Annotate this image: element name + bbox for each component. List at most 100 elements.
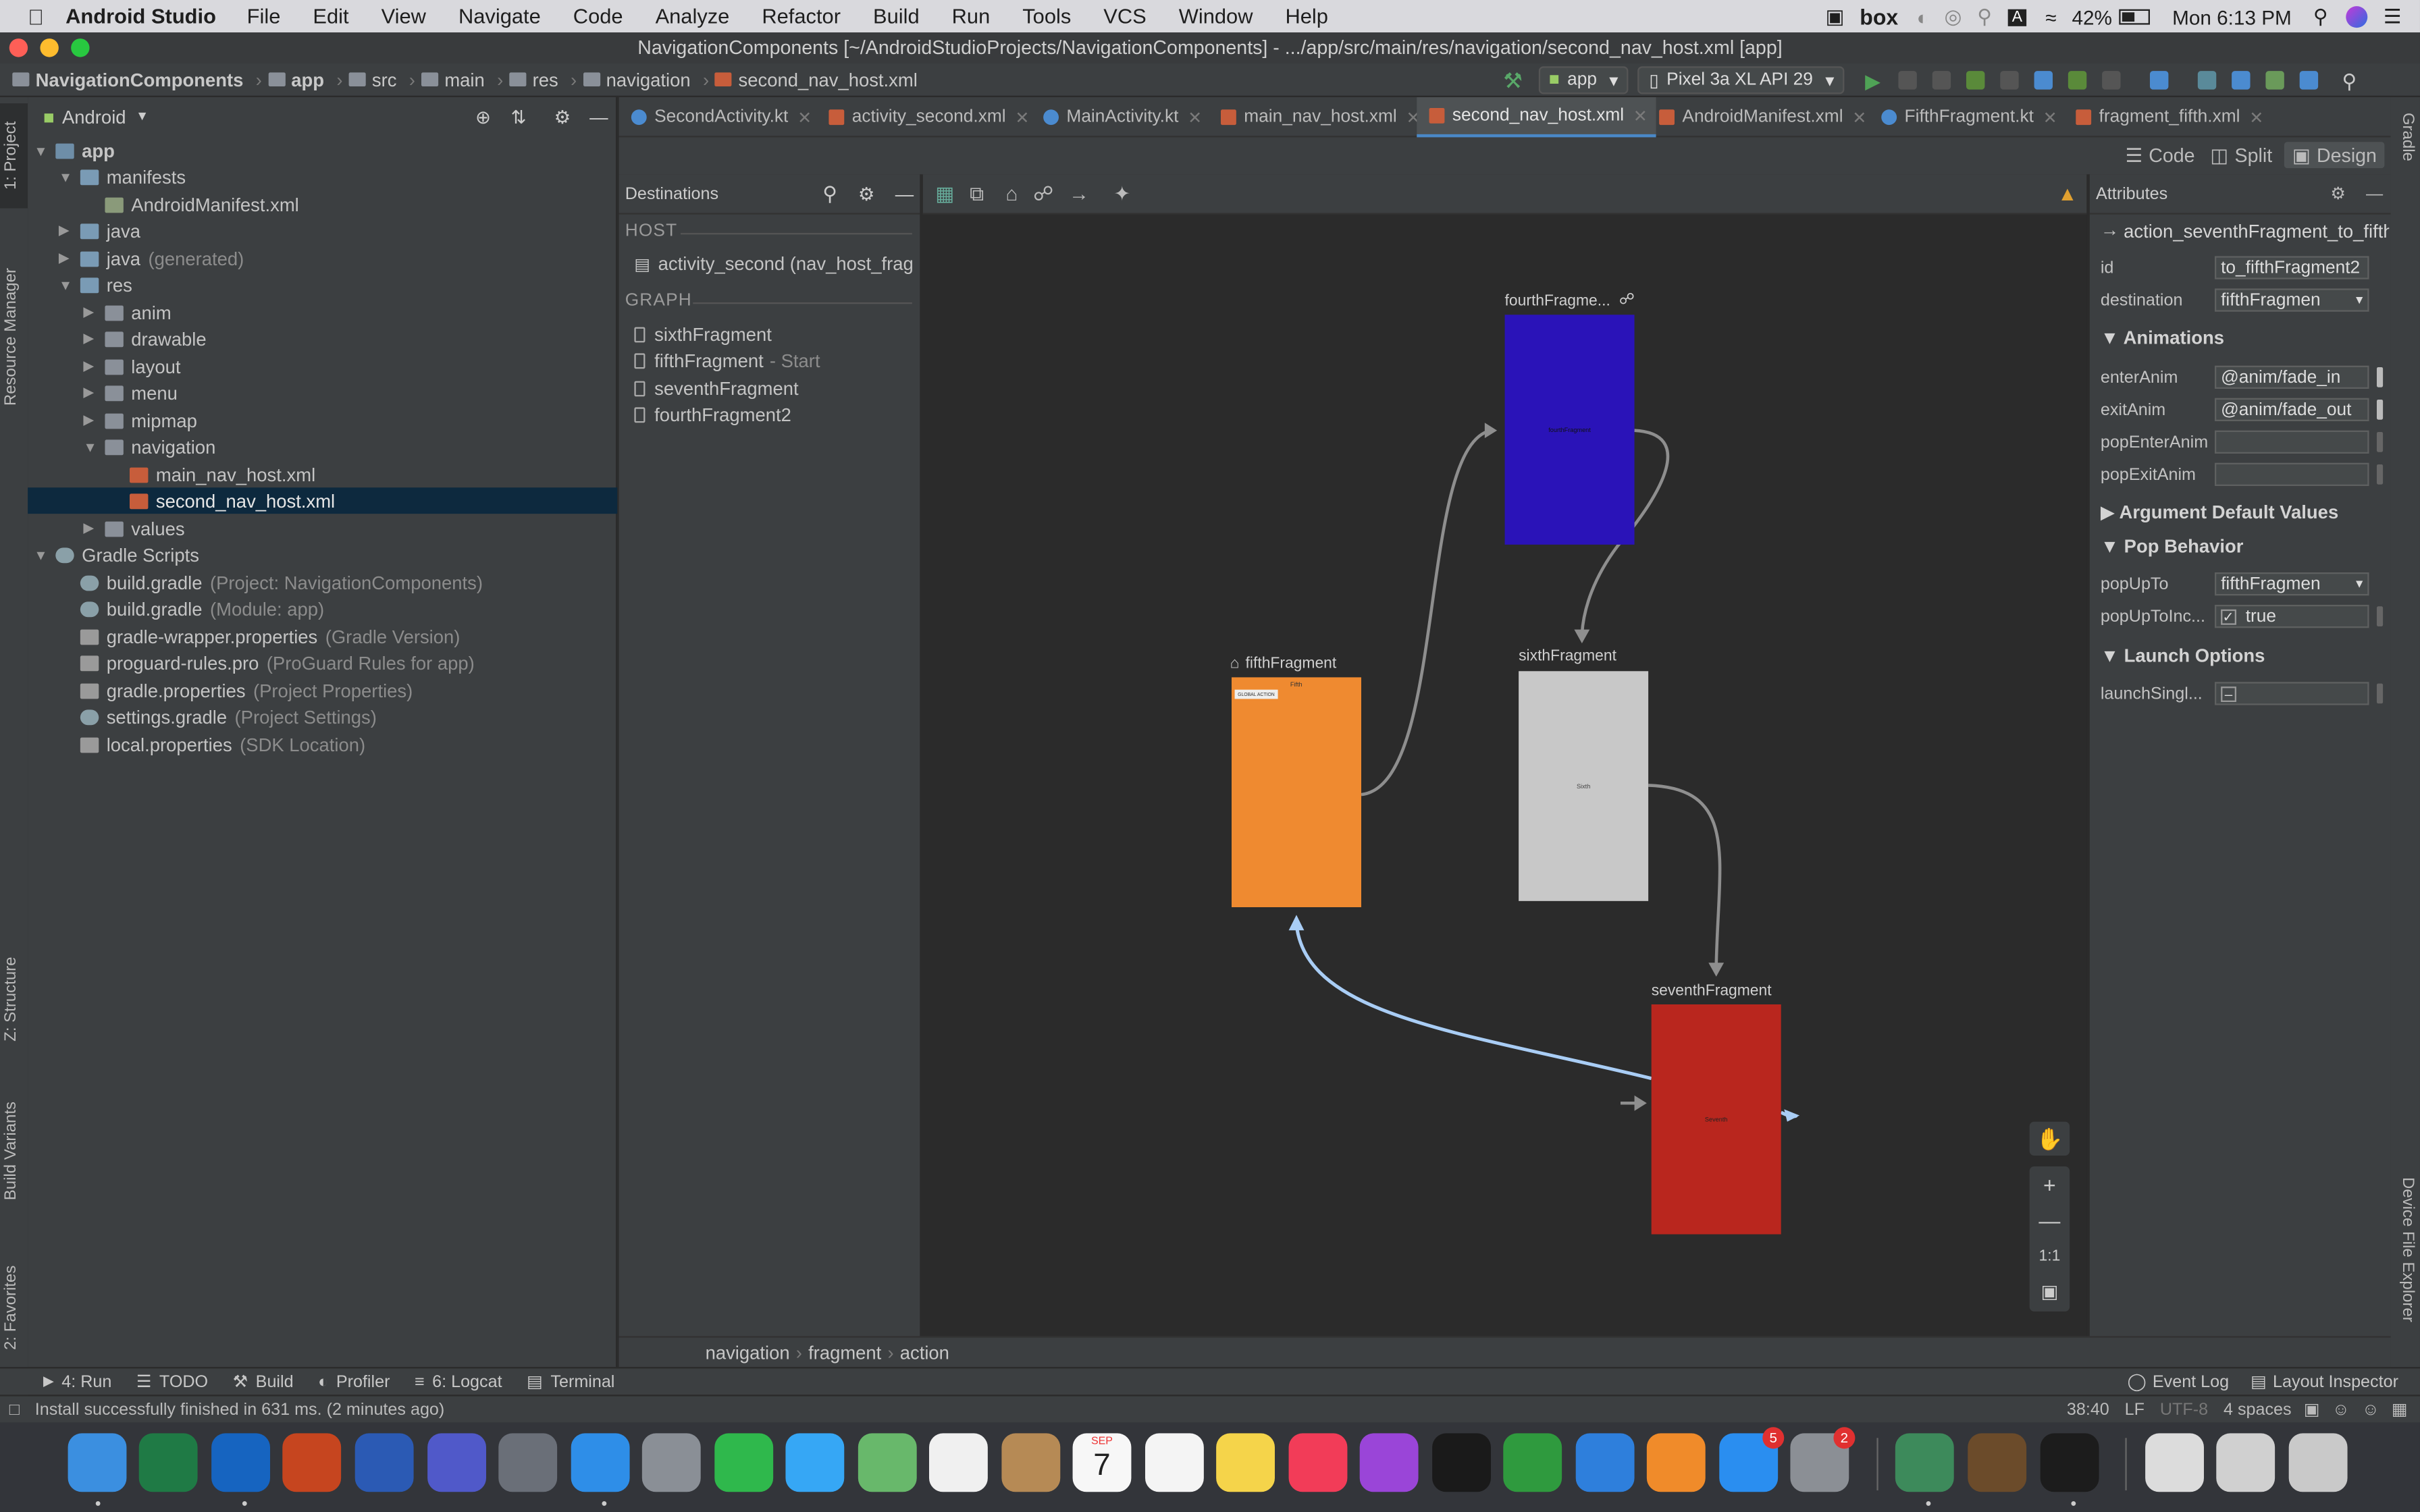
destination-seventh-fragment[interactable]: seventhFragment	[634, 378, 799, 400]
pop-enter-anim-field[interactable]	[2214, 430, 2369, 454]
pan-hand-icon[interactable]: ✋	[2029, 1121, 2070, 1156]
breadcrumb-app[interactable]: app	[267, 69, 324, 90]
resource-picker-button[interactable]	[2376, 606, 2384, 626]
teams-icon[interactable]	[427, 1433, 486, 1492]
tree-node-second-nav-host[interactable]: second_nav_host.xml	[129, 487, 335, 514]
checkbox-checked-icon[interactable]: ✓	[2221, 608, 2236, 624]
design-mode-button[interactable]: ▣ Design	[2284, 142, 2385, 169]
locate-icon[interactable]: ⊕	[475, 106, 491, 128]
tab-fifth-fragment-kt[interactable]: FifthFragment.kt ✕	[1881, 97, 2057, 137]
music-icon[interactable]	[1288, 1433, 1348, 1492]
id-field[interactable]: to_fifthFragment2	[2214, 256, 2369, 279]
line-separator[interactable]: LF	[2125, 1400, 2145, 1418]
tab-second-activity-kt[interactable]: SecondActivity.kt ✕	[631, 97, 812, 137]
collapse-all-icon[interactable]: ⇅	[511, 106, 527, 128]
ventura-face-icon[interactable]	[2145, 1433, 2204, 1492]
sdk-manager-icon[interactable]	[2300, 71, 2319, 90]
menu-tools[interactable]: Tools	[1022, 5, 1071, 28]
logcat-tool-button[interactable]: ≡ 6: Logcat	[415, 1372, 502, 1390]
resource-picker-button[interactable]	[2376, 399, 2384, 420]
animations-section-header[interactable]: ▼ Animations	[2101, 327, 2224, 349]
close-tab-icon[interactable]: ✕	[1015, 107, 1029, 127]
crumb-action[interactable]: action	[900, 1341, 949, 1363]
tree-node-gradle-wrapper[interactable]: gradle-wrapper.properties (Gradle Version…	[80, 623, 461, 649]
facetime-icon[interactable]	[714, 1433, 774, 1492]
system-preferences-icon[interactable]: 2	[1790, 1427, 1856, 1492]
toggle-tool-windows-icon[interactable]: □	[9, 1400, 20, 1418]
pop-up-to-dropdown[interactable]: fifthFragmen ▾	[2214, 572, 2369, 596]
checkbox-indeterminate-icon[interactable]: –	[2221, 685, 2236, 701]
collapse-panel-icon[interactable]: —	[895, 183, 914, 205]
menu-file[interactable]: File	[247, 5, 281, 28]
wifi-icon[interactable]: ≈	[2045, 5, 2056, 28]
tree-node-gradle-properties[interactable]: gradle.properties (Project Properties)	[80, 677, 413, 703]
tab-main-activity-kt[interactable]: MainActivity.kt ✕	[1043, 97, 1202, 137]
device-file-explorer-tab[interactable]: Device File Explorer	[2398, 1177, 2417, 1322]
destination-fifth-fragment[interactable]: fifthFragment - Start	[634, 350, 820, 372]
podcasts-icon[interactable]	[1359, 1433, 1419, 1492]
fourth-fragment-node[interactable]: fourthFragment	[1504, 315, 1635, 545]
sync-gradle-icon[interactable]	[2232, 71, 2251, 90]
gear-icon[interactable]: ⚙	[858, 183, 875, 205]
navigation-graph-canvas[interactable]: fourthFragme... ☍ fourthFragment ⌂ fifth…	[922, 214, 2087, 1368]
notes-icon[interactable]	[1216, 1433, 1275, 1492]
breadcrumb-res[interactable]: res	[509, 69, 558, 90]
profiler-tool-button[interactable]: ◐ Profiler	[318, 1372, 390, 1390]
tree-node-main-nav-host[interactable]: main_nav_host.xml	[129, 461, 315, 487]
gear-icon[interactable]: ⚙	[554, 106, 571, 128]
avd-manager-icon[interactable]	[2266, 71, 2285, 90]
archive-icon[interactable]	[2216, 1433, 2276, 1492]
zoom-actual-size-button[interactable]: 1:1	[2030, 1239, 2070, 1272]
tree-node-mipmap[interactable]: ▶ mipmap	[83, 407, 196, 433]
tree-node-menu[interactable]: ▶ menu	[83, 379, 177, 406]
run-icon[interactable]: ▶	[1865, 70, 1883, 92]
search-everywhere-icon[interactable]: ⚲	[2342, 70, 2360, 92]
zoom-to-fit-icon[interactable]: ▣	[2030, 1274, 2070, 1308]
contacts-icon[interactable]	[1001, 1433, 1061, 1492]
breadcrumb-src[interactable]: src	[348, 69, 396, 90]
minimize-window-button[interactable]	[40, 38, 59, 57]
breadcrumb-file[interactable]: second_nav_host.xml	[715, 69, 918, 90]
pop-up-to-inclusive-field[interactable]: ✓ true	[2214, 604, 2369, 628]
structure-tab[interactable]: Z: Structure	[1, 956, 20, 1041]
input-source-icon[interactable]: A	[2007, 8, 2027, 26]
stop-icon[interactable]	[2103, 71, 2122, 90]
menu-analyze[interactable]: Analyze	[656, 5, 730, 28]
destination-dropdown[interactable]: fifthFragmen ▾	[2214, 288, 2369, 312]
lock-icon[interactable]: ▣	[2304, 1399, 2320, 1419]
tree-node-manifests[interactable]: ▼ manifests	[59, 163, 186, 190]
action-arrow-icon[interactable]: →	[1069, 182, 1089, 205]
tv-icon[interactable]	[1432, 1433, 1491, 1492]
tree-node-drawable[interactable]: ▶ drawable	[83, 325, 206, 352]
app-menu[interactable]: Android Studio	[65, 5, 216, 28]
word-icon[interactable]	[354, 1433, 414, 1492]
resource-manager-tab[interactable]: Resource Manager	[1, 268, 20, 406]
deeplink-icon[interactable]: ☍	[1033, 182, 1053, 207]
apple-icon[interactable]: 	[28, 4, 44, 29]
menu-refactor[interactable]: Refactor	[762, 5, 841, 28]
project-tool-tab[interactable]: 1: Project	[1, 122, 20, 190]
calendar-icon[interactable]: SEP 7	[1072, 1433, 1132, 1492]
destination-fourth-fragment2[interactable]: fourthFragment2	[634, 404, 791, 426]
fifth-fragment-node[interactable]: Fifth GLOBAL ACTION	[1231, 677, 1361, 907]
tree-node-gradle-scripts[interactable]: ▼ Gradle Scripts	[34, 541, 199, 568]
home-icon[interactable]: ⌂	[1005, 182, 1018, 205]
action-fifth-to-fourth[interactable]	[1361, 429, 1492, 796]
tree-node-app[interactable]: ▼ app	[34, 137, 115, 163]
code-mode-button[interactable]: ☰ Code	[2125, 144, 2194, 167]
tab-fragment-fifth-xml[interactable]: fragment_fifth.xml ✕	[2076, 97, 2263, 137]
tab-android-manifest-xml[interactable]: AndroidManifest.xml ✕	[1659, 97, 1866, 137]
build-hammer-icon[interactable]: ⚒	[1503, 67, 1523, 93]
host-item[interactable]: ▤ activity_second (nav_host_frag	[634, 253, 920, 275]
hide-panel-icon[interactable]: —	[589, 106, 608, 128]
attach-debugger-icon[interactable]	[2034, 71, 2054, 90]
warning-icon[interactable]: ▲	[2057, 182, 2077, 205]
apply-code-changes-icon[interactable]	[1932, 71, 1952, 90]
close-tab-icon[interactable]: ✕	[2043, 107, 2057, 127]
messages-icon[interactable]	[785, 1433, 845, 1492]
split-mode-button[interactable]: ◫ Split	[2210, 144, 2272, 167]
argument-defaults-section-header[interactable]: ▶ Argument Default Values	[2101, 502, 2338, 523]
close-tab-icon[interactable]: ✕	[1852, 107, 1866, 127]
tree-node-navigation[interactable]: ▼ navigation	[83, 433, 215, 460]
menu-edit[interactable]: Edit	[313, 5, 348, 28]
